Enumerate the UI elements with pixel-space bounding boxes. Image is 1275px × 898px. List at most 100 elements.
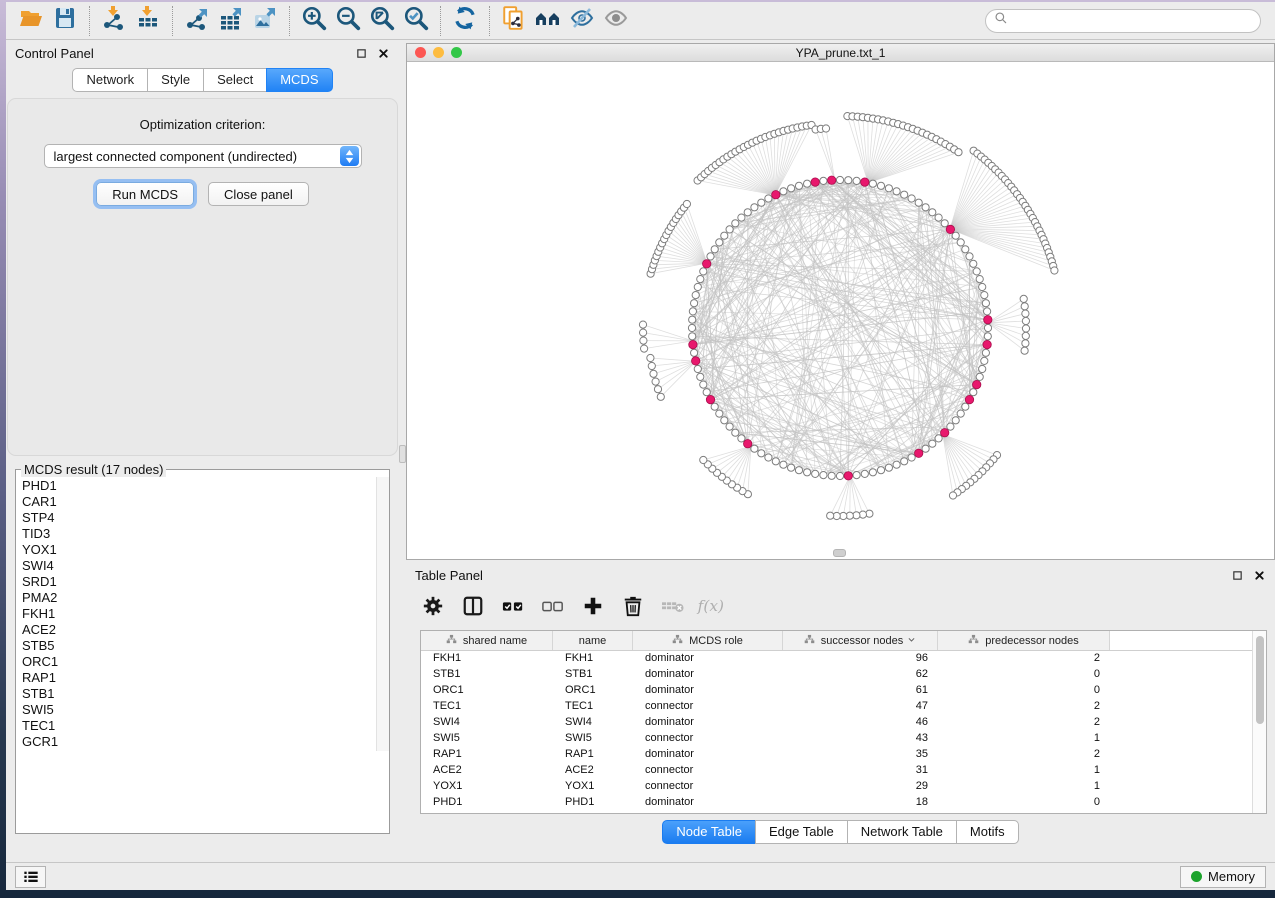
splitter-handle-icon[interactable] bbox=[399, 445, 406, 463]
panel-splitter[interactable] bbox=[399, 40, 406, 862]
import-network-button[interactable] bbox=[97, 6, 131, 36]
mcds-result-list[interactable]: PHD1CAR1STP4TID3YOX1SWI4SRD1PMA2FKH1ACE2… bbox=[16, 477, 376, 751]
column-layout-button[interactable] bbox=[458, 593, 488, 623]
column-header-predecessor-nodes[interactable]: predecessor nodes bbox=[938, 631, 1110, 650]
table-row[interactable]: TEC1TEC1connector472 bbox=[421, 699, 1252, 715]
network-window-titlebar[interactable]: YPA_prune.txt_1 bbox=[407, 44, 1274, 62]
add-column-icon bbox=[582, 595, 604, 622]
table-row[interactable]: SWI5SWI5connector431 bbox=[421, 731, 1252, 747]
mcds-result-item[interactable]: SWI4 bbox=[22, 558, 370, 574]
memory-button[interactable]: Memory bbox=[1180, 866, 1266, 888]
table-row[interactable]: PHD1PHD1dominator180 bbox=[421, 795, 1252, 811]
tab-network[interactable]: Network bbox=[72, 68, 148, 92]
column-header-shared-name[interactable]: shared name bbox=[421, 631, 553, 650]
mcds-result-item[interactable]: RAP1 bbox=[22, 670, 370, 686]
delete-table-button bbox=[658, 593, 688, 623]
main-toolbar bbox=[6, 2, 1275, 40]
window-minimize-icon[interactable] bbox=[433, 47, 444, 58]
mcds-result-item[interactable]: STB1 bbox=[22, 686, 370, 702]
function-builder-button: f(x) bbox=[698, 593, 728, 623]
mcds-result-scrollbar[interactable] bbox=[376, 477, 389, 751]
table-row[interactable]: ACE2ACE2connector311 bbox=[421, 763, 1252, 779]
run-mcds-button[interactable]: Run MCDS bbox=[96, 182, 194, 206]
table-row[interactable]: YOX1YOX1connector291 bbox=[421, 779, 1252, 795]
export-network-button[interactable] bbox=[180, 6, 214, 36]
mcds-result-item[interactable]: SWI5 bbox=[22, 702, 370, 718]
search-box[interactable] bbox=[985, 9, 1261, 33]
tab-select[interactable]: Select bbox=[203, 68, 267, 92]
new-network-from-selection-icon bbox=[501, 5, 527, 36]
column-header-successor-nodes[interactable]: successor nodes bbox=[783, 631, 938, 650]
mcds-result-item[interactable]: TEC1 bbox=[22, 718, 370, 734]
zoom-in-button[interactable] bbox=[297, 6, 331, 36]
table-panel-title: Table Panel bbox=[415, 568, 483, 583]
table-vscrollbar[interactable] bbox=[1252, 631, 1266, 813]
tab-edge-table[interactable]: Edge Table bbox=[755, 820, 848, 844]
mcds-result-item[interactable]: PMA2 bbox=[22, 590, 370, 606]
tab-mcds[interactable]: MCDS bbox=[266, 68, 332, 92]
table-panel-titlebar: Table Panel bbox=[406, 562, 1275, 588]
zoom-fit-button[interactable] bbox=[365, 6, 399, 36]
export-table-button[interactable] bbox=[214, 6, 248, 36]
mcds-result-item[interactable]: GCR1 bbox=[22, 734, 370, 750]
float-table-panel-button[interactable] bbox=[1230, 568, 1244, 582]
table-vscroll-thumb[interactable] bbox=[1256, 636, 1264, 724]
table-row[interactable]: RAP1RAP1dominator352 bbox=[421, 747, 1252, 763]
close-panel-button[interactable] bbox=[376, 46, 390, 60]
delete-column-button[interactable] bbox=[618, 593, 648, 623]
mcds-result-item[interactable]: YOX1 bbox=[22, 542, 370, 558]
close-panel-action-button[interactable]: Close panel bbox=[208, 182, 309, 206]
mcds-result-item[interactable]: SRD1 bbox=[22, 574, 370, 590]
table-row[interactable]: SWI4SWI4dominator462 bbox=[421, 715, 1252, 731]
zoom-out-button[interactable] bbox=[331, 6, 365, 36]
table-row[interactable]: STB1STB1dominator620 bbox=[421, 667, 1252, 683]
mcds-result-item[interactable]: PHD1 bbox=[22, 478, 370, 494]
mcds-result-item[interactable]: STB5 bbox=[22, 638, 370, 654]
show-all-button[interactable] bbox=[599, 6, 633, 36]
criterion-dropdown[interactable]: largest connected component (undirected) bbox=[44, 144, 362, 168]
select-all-button[interactable] bbox=[498, 593, 528, 623]
import-table-button[interactable] bbox=[131, 6, 165, 36]
column-header-MCDS-role[interactable]: MCDS role bbox=[633, 631, 783, 650]
table-row[interactable]: FKH1FKH1dominator962 bbox=[421, 651, 1252, 667]
network-hscroll-thumb[interactable] bbox=[833, 549, 846, 557]
task-history-button[interactable] bbox=[15, 866, 46, 888]
zoom-selected-button[interactable] bbox=[399, 6, 433, 36]
open-session-button[interactable] bbox=[14, 6, 48, 36]
deselect-all-button[interactable] bbox=[538, 593, 568, 623]
mcds-result-item[interactable]: ORC1 bbox=[22, 654, 370, 670]
float-panel-button[interactable] bbox=[354, 46, 368, 60]
mcds-result-item[interactable]: CAR1 bbox=[22, 494, 370, 510]
window-close-icon[interactable] bbox=[415, 47, 426, 58]
table-cell: 0 bbox=[938, 667, 1110, 683]
settings-gear-button[interactable] bbox=[418, 593, 448, 623]
table-cell: 46 bbox=[783, 715, 938, 731]
network-view[interactable] bbox=[407, 62, 1274, 559]
tab-node-table[interactable]: Node Table bbox=[662, 820, 756, 844]
window-zoom-icon[interactable] bbox=[451, 47, 462, 58]
search-input[interactable] bbox=[1013, 14, 1252, 28]
column-header-label: successor nodes bbox=[821, 635, 904, 647]
add-column-button[interactable] bbox=[578, 593, 608, 623]
save-session-button[interactable] bbox=[48, 6, 82, 36]
mcds-result-item[interactable]: TID3 bbox=[22, 526, 370, 542]
mcds-result-item[interactable]: STP4 bbox=[22, 510, 370, 526]
control-panel-title: Control Panel bbox=[15, 46, 94, 61]
column-layout-icon bbox=[462, 595, 484, 622]
first-neighbors-button[interactable] bbox=[531, 6, 565, 36]
column-header-name[interactable]: name bbox=[553, 631, 633, 650]
column-header-label: name bbox=[579, 635, 607, 647]
close-table-panel-button[interactable] bbox=[1252, 568, 1266, 582]
tab-network-table[interactable]: Network Table bbox=[847, 820, 957, 844]
mcds-result-item[interactable]: FKH1 bbox=[22, 606, 370, 622]
network-canvas[interactable] bbox=[407, 62, 1273, 559]
hide-selected-button[interactable] bbox=[565, 6, 599, 36]
mcds-result-item[interactable]: ACE2 bbox=[22, 622, 370, 638]
tab-style[interactable]: Style bbox=[147, 68, 204, 92]
memory-label: Memory bbox=[1208, 869, 1255, 884]
new-network-from-selection-button[interactable] bbox=[497, 6, 531, 36]
export-image-button[interactable] bbox=[248, 6, 282, 36]
refresh-network-button[interactable] bbox=[448, 6, 482, 36]
tab-motifs[interactable]: Motifs bbox=[956, 820, 1019, 844]
table-row[interactable]: ORC1ORC1dominator610 bbox=[421, 683, 1252, 699]
